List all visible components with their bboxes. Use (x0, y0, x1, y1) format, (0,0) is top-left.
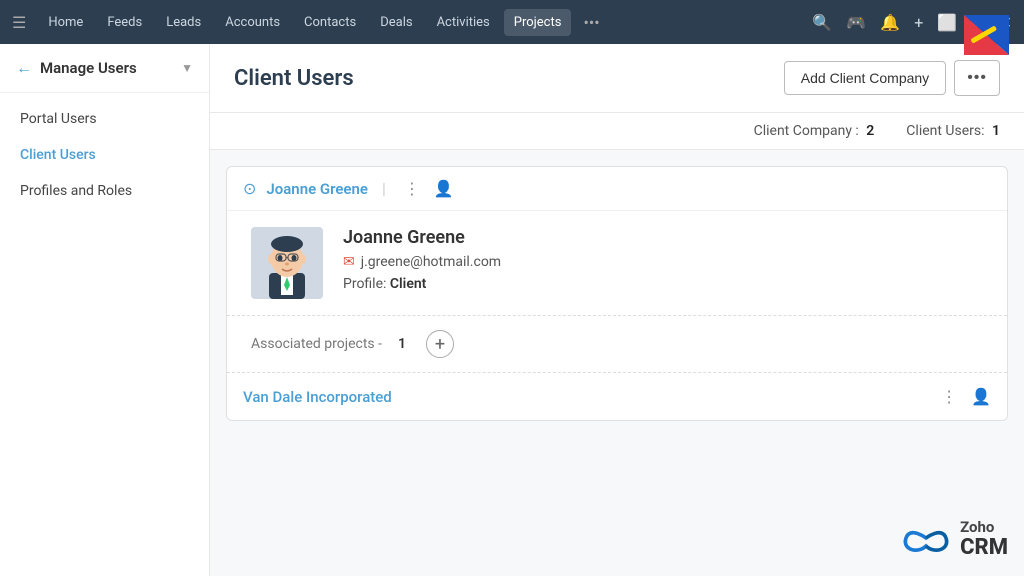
company-name-link[interactable]: Van Dale Incorporated (243, 388, 927, 406)
user-email: j.greene@hotmail.com (361, 254, 501, 270)
search-icon[interactable]: 🔍 (812, 13, 832, 32)
associated-projects-label: Associated projects - (251, 336, 382, 352)
zoho-name: Zoho (960, 519, 1008, 536)
client-users-label: Client Users: (906, 123, 984, 139)
nav-deals[interactable]: Deals (370, 9, 422, 36)
nav-activities[interactable]: Activities (427, 9, 500, 36)
collapse-icon[interactable]: ⊙ (243, 179, 256, 198)
client-users-stat: Client Users: 1 (906, 123, 1000, 139)
nav-accounts[interactable]: Accounts (215, 9, 290, 36)
bell-icon[interactable]: 🔔 (880, 13, 900, 32)
divider: | (382, 179, 386, 198)
client-company-stat: Client Company : 2 (754, 123, 875, 139)
nav-contacts[interactable]: Contacts (294, 9, 366, 36)
main-layout: ← Manage Users ▼ Portal Users Client Use… (0, 44, 1024, 576)
nav-projects[interactable]: Projects (504, 9, 572, 36)
user-row-header: ⊙ Joanne Greene | ⋮ 👤 (227, 167, 1007, 211)
nav-leads[interactable]: Leads (156, 9, 211, 36)
profile-label: Profile: (343, 276, 386, 292)
sidebar-item-client-users[interactable]: Client Users (0, 137, 209, 173)
client-company-count: 2 (866, 123, 874, 139)
top-logo (954, 10, 1014, 69)
zoho-logo-icon (902, 522, 950, 558)
nav-feeds[interactable]: Feeds (97, 9, 152, 36)
add-project-button[interactable]: + (426, 330, 454, 358)
hamburger-menu[interactable]: ☰ (12, 13, 26, 32)
user-section-card: ⊙ Joanne Greene | ⋮ 👤 (226, 166, 1008, 421)
user-info: Joanne Greene ✉ j.greene@hotmail.com Pro… (343, 227, 983, 292)
back-icon[interactable]: ← (16, 58, 32, 78)
top-navigation: ☰ Home Feeds Leads Accounts Contacts Dea… (0, 0, 1024, 44)
client-users-count: 1 (992, 123, 1000, 139)
zoho-crm-branding: Zoho CRM (902, 519, 1008, 560)
sidebar-header[interactable]: ← Manage Users ▼ (0, 44, 209, 93)
main-content: Client Users Add Client Company ••• Clie… (210, 44, 1024, 576)
sidebar-menu: Portal Users Client Users Profiles and R… (0, 93, 209, 217)
sidebar-title: Manage Users (40, 59, 181, 77)
user-settings-icon[interactable]: 👤 (434, 179, 454, 198)
stats-row: Client Company : 2 Client Users: 1 (210, 113, 1024, 150)
crm-name: CRM (960, 536, 1008, 560)
nav-more-dots[interactable]: ••• (575, 7, 607, 38)
nav-home[interactable]: Home (38, 9, 93, 36)
page-header: Client Users Add Client Company ••• (210, 44, 1024, 113)
page-title: Client Users (234, 66, 784, 91)
sidebar-item-profiles-roles[interactable]: Profiles and Roles (0, 173, 209, 209)
sidebar-item-portal-users[interactable]: Portal Users (0, 101, 209, 137)
game-icon[interactable]: 🎮 (846, 13, 866, 32)
profile-value: Client (390, 276, 426, 292)
user-name-link[interactable]: Joanne Greene (266, 180, 368, 198)
add-client-company-button[interactable]: Add Client Company (784, 61, 946, 95)
associated-projects-section: Associated projects - 1 + (227, 315, 1007, 373)
add-icon[interactable]: + (914, 13, 923, 32)
user-email-row: ✉ j.greene@hotmail.com (343, 254, 983, 270)
zoho-text: Zoho CRM (960, 519, 1008, 560)
user-profile-row: Profile: Client (343, 276, 983, 292)
chevron-down-icon: ▼ (181, 61, 193, 75)
kebab-menu-icon[interactable]: ⋮ (404, 179, 420, 198)
email-icon: ✉ (343, 254, 355, 270)
user-fullname: Joanne Greene (343, 227, 983, 248)
sidebar: ← Manage Users ▼ Portal Users Client Use… (0, 44, 210, 576)
avatar (251, 227, 323, 299)
client-company-label: Client Company : (754, 123, 859, 139)
company-row: Van Dale Incorporated ⋮ 👤 (227, 373, 1007, 420)
associated-projects-count: 1 (398, 336, 406, 352)
company-user-icon[interactable]: 👤 (971, 387, 991, 406)
company-kebab-icon[interactable]: ⋮ (941, 387, 957, 406)
user-detail: Joanne Greene ✉ j.greene@hotmail.com Pro… (227, 211, 1007, 315)
